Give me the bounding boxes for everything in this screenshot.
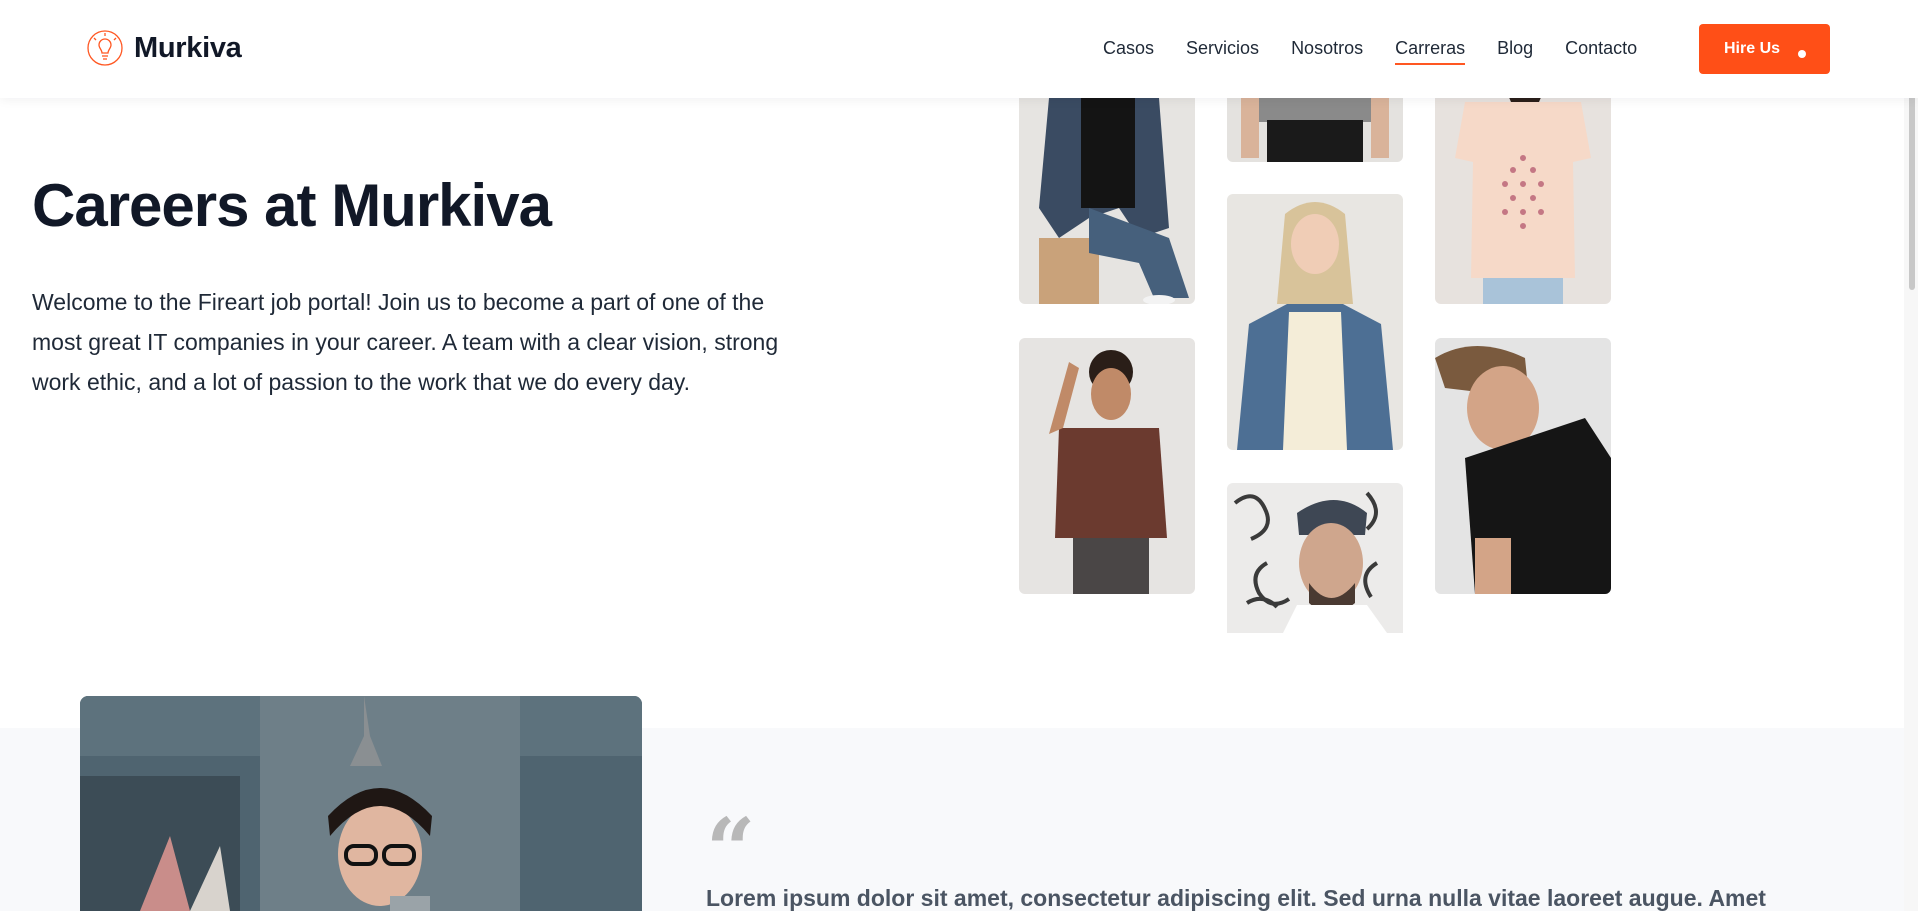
testimonial-text: Lorem ipsum dolor sit amet, consectetur … [706,885,1766,911]
page-scrollbar[interactable] [1904,0,1918,911]
page-title: Careers at Murkiva [32,172,552,239]
nav-item-contacto[interactable]: Contacto [1565,36,1637,60]
main-nav: Casos Servicios Nosotros Carreras Blog C… [1103,36,1669,65]
nav-item-servicios[interactable]: Servicios [1186,36,1259,60]
gallery-photo-blonde-denim [1227,194,1403,450]
gallery-photo-man-black [1435,338,1611,594]
gallery-photo-gray-tshirt [1227,98,1403,162]
nav-item-casos[interactable]: Casos [1103,36,1154,60]
gallery-photo-man-brown [1019,338,1195,594]
brand-name: Murkiva [134,31,242,64]
lightbulb-logo-icon [87,30,123,66]
hire-us-button[interactable]: Hire Us [1699,24,1830,74]
gallery-photo-pink-tshirt [1435,98,1611,304]
nav-item-nosotros[interactable]: Nosotros [1291,36,1363,60]
gallery-photo-woman-denim [1019,98,1195,304]
dot-icon [1798,50,1806,58]
site-header: Murkiva Casos Servicios Nosotros Carrera… [0,0,1918,98]
hire-us-label: Hire Us [1724,40,1781,57]
brand-logo[interactable]: Murkiva [86,28,242,68]
office-photo [80,696,642,911]
nav-item-blog[interactable]: Blog [1497,36,1533,60]
team-photo-gallery [1019,98,1611,633]
hero-description: Welcome to the Fireart job portal! Join … [32,289,779,395]
nav-item-carreras[interactable]: Carreras [1395,36,1466,65]
gallery-photo-man-beanie [1227,483,1403,633]
